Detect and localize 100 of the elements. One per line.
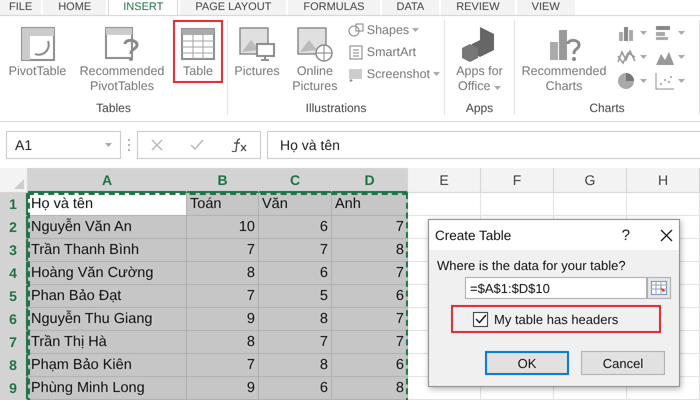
dialog-button[interactable]: Cancel [581, 351, 665, 375]
group-label: Apps [464, 101, 494, 115]
ribbon-button[interactable]: Recommended PivotTables [73, 20, 171, 98]
ribbon-button[interactable]: Table [173, 20, 223, 83]
check-icon[interactable] [190, 139, 204, 151]
pie-chart-icon[interactable] [617, 72, 637, 90]
corner-triangle-icon [14, 179, 24, 189]
shapes-icon [348, 22, 364, 38]
ribbon-tab[interactable]: VIEW [516, 0, 575, 15]
column-header[interactable]: F [481, 168, 554, 193]
table-cell: Văn [259, 193, 332, 216]
table-cell: 5 [259, 285, 332, 308]
table-cell: 6 [259, 216, 332, 239]
range-field[interactable]: =$A$1:$D$10 [465, 277, 647, 299]
row-header[interactable]: 1 [0, 193, 28, 216]
checkbox-label[interactable]: My table has headers [494, 312, 618, 326]
group-label: Illustrations [304, 101, 368, 115]
ribbon-button[interactable]: Shapes [348, 22, 440, 38]
ribbon-tab[interactable]: FILE [0, 0, 42, 15]
dialog-title: Create Table [435, 228, 512, 242]
table-cell: Toán [187, 193, 259, 216]
ribbon-button[interactable]: PivotTable [4, 20, 71, 83]
row-header[interactable]: 9 [0, 377, 28, 400]
dropdown-caret-icon [678, 79, 685, 83]
table-cell: 7 [187, 285, 259, 308]
dropdown-caret-icon [105, 143, 112, 147]
screenshot-icon [348, 66, 364, 82]
ribbon-button[interactable]: Recommended Charts [519, 20, 609, 98]
close-icon[interactable] [660, 228, 673, 242]
table-cell: 6 [259, 377, 332, 400]
column-header[interactable]: B [187, 168, 259, 193]
help-button[interactable]: ? [622, 226, 630, 244]
table-cell: Trần Thanh Bình [28, 239, 187, 262]
table-cell: 6 [332, 354, 408, 377]
dropdown-caret-icon [640, 31, 647, 35]
table-cell: 8 [187, 262, 259, 285]
dropdown-caret-icon [678, 31, 685, 35]
group-label: Charts [588, 101, 626, 115]
line-chart-icon[interactable] [617, 48, 637, 66]
grip-dots-icon [127, 137, 131, 153]
table-cell: 7 [259, 239, 332, 262]
scatter-chart-icon[interactable] [655, 72, 675, 90]
row-header[interactable]: 8 [0, 354, 28, 377]
table-cell: Phạm Bảo Kiên [28, 354, 187, 377]
column-header[interactable]: H [627, 168, 700, 193]
name-box[interactable]: A1 [6, 131, 121, 159]
table-cell: 7 [259, 331, 332, 354]
range-prompt: Where is the data for your table? [437, 258, 627, 273]
dropdown-caret-icon [433, 72, 440, 76]
row-header[interactable]: 3 [0, 239, 28, 262]
table-cell: Trần Thị Hà [28, 331, 187, 354]
ribbon-tab[interactable]: REVIEW [441, 0, 515, 15]
ribbon-tab[interactable]: FORMULAS [288, 0, 380, 15]
formula-field[interactable]: Họ và tên [267, 131, 700, 159]
ribbon-button[interactable]: Apps for Office [449, 20, 510, 98]
table-cell: 8 [259, 354, 332, 377]
table-cell: 8 [332, 377, 408, 400]
table-cell: Hoàng Văn Cường [28, 262, 187, 285]
row-header[interactable]: 5 [0, 285, 28, 308]
smartart-icon [348, 44, 364, 60]
table-cell: Phan Bảo Đạt [28, 285, 187, 308]
row-header[interactable]: 2 [0, 216, 28, 239]
ribbon-button[interactable]: SmartArt [348, 44, 440, 60]
range-grid-icon [651, 281, 667, 295]
table-cell: 7 [187, 239, 259, 262]
table-cell: Họ và tên [28, 193, 187, 216]
dropdown-caret-icon [640, 79, 647, 83]
table-cell: Anh [332, 193, 408, 216]
table-cell: 9 [187, 377, 259, 400]
dropdown-caret-icon [678, 55, 685, 59]
ribbon-button[interactable]: Screenshot [348, 66, 440, 82]
table-cell: 7 [332, 216, 408, 239]
table-cell: 8 [259, 308, 332, 331]
dropdown-caret-icon [640, 55, 647, 59]
table-cell: Phùng Minh Long [28, 377, 187, 400]
row-header[interactable]: 7 [0, 331, 28, 354]
insert-function-icon[interactable] [230, 138, 247, 152]
table-cell: 7 [187, 354, 259, 377]
column-header[interactable]: C [259, 168, 332, 193]
ribbon-button[interactable]: Online Pictures [284, 20, 346, 98]
row-header[interactable]: 6 [0, 308, 28, 331]
table-cell: 8 [187, 331, 259, 354]
ribbon-tab[interactable]: HOME [43, 0, 106, 15]
ribbon-tab[interactable]: DATA [382, 0, 440, 15]
column-header[interactable]: E [408, 168, 481, 193]
column-header[interactable]: G [554, 168, 627, 193]
column-header[interactable]: D [332, 168, 408, 193]
ribbon-button[interactable]: Pictures [232, 20, 282, 83]
row-header[interactable]: 4 [0, 262, 28, 285]
headers-checkbox[interactable] [473, 312, 488, 326]
column-header[interactable]: A [28, 168, 187, 193]
cancel-icon[interactable] [151, 139, 164, 151]
range-picker-button[interactable] [647, 277, 671, 299]
table-cell: 7 [332, 331, 408, 354]
table-cell: Nguyễn Thu Giang [28, 308, 187, 331]
group-label: Tables [95, 101, 132, 115]
ribbon-tab[interactable]: INSERT [108, 0, 178, 15]
dialog-button[interactable]: OK [485, 351, 569, 375]
ribbon-tab[interactable]: PAGE LAYOUT [180, 0, 286, 15]
dropdown-caret-icon [494, 86, 501, 90]
